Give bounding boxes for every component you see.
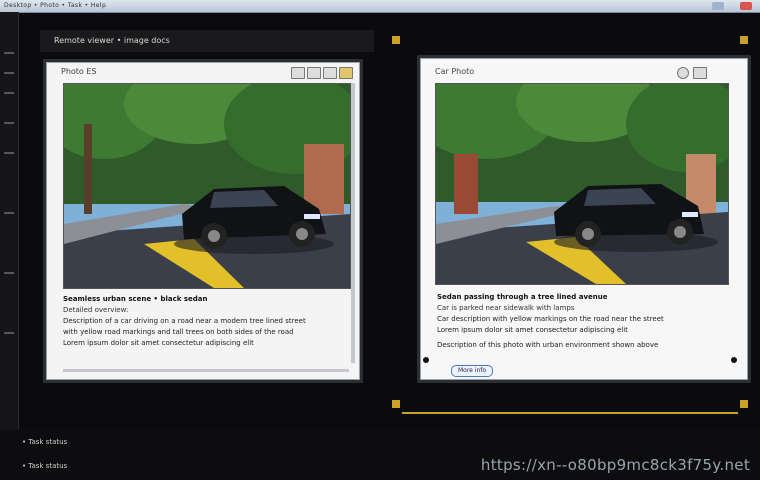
- frame-accent: [740, 400, 748, 408]
- strip-icon[interactable]: [4, 152, 14, 154]
- photo-caption: Sedan passing through a tree lined avenu…: [437, 293, 737, 352]
- caption-line: Lorem ipsum dolor sit amet consectetur a…: [63, 339, 254, 347]
- strip-icon[interactable]: [4, 332, 14, 334]
- close-window-button[interactable]: [339, 67, 353, 79]
- photo-caption: Seamless urban scene • black sedan Detai…: [63, 295, 349, 350]
- close-button[interactable]: [740, 2, 752, 10]
- frame-accent: [392, 400, 400, 408]
- desktop-title: Remote viewer • image docs: [40, 30, 374, 52]
- left-photo-window[interactable]: Photo ES Seamless urban scene • black se…: [46, 62, 360, 380]
- caption-line: Lorem ipsum dolor sit amet consectetur a…: [437, 326, 628, 334]
- status-line: • Task status: [22, 438, 68, 446]
- minimize-button[interactable]: [712, 2, 724, 10]
- top-menu-bar: Desktop • Photo • Task • Help: [0, 0, 760, 13]
- settings-button[interactable]: [323, 67, 337, 79]
- expand-button[interactable]: [693, 67, 707, 79]
- strip-icon[interactable]: [4, 72, 14, 74]
- frame-accent: [392, 36, 400, 44]
- vertical-scrollbar[interactable]: [351, 83, 355, 363]
- caption-footer: Description of this photo with urban env…: [437, 341, 659, 349]
- car-photo: [63, 83, 351, 289]
- horizontal-scrollbar[interactable]: [63, 369, 349, 372]
- strip-icon[interactable]: [4, 92, 14, 94]
- status-line: • Task status: [22, 462, 68, 470]
- frame-accent: [740, 36, 748, 44]
- strip-icon[interactable]: [4, 52, 14, 54]
- window-title: Car Photo: [435, 67, 475, 76]
- strip-icon[interactable]: [4, 272, 14, 274]
- caption-line: with yellow road markings and tall trees…: [63, 328, 294, 336]
- info-button[interactable]: [677, 67, 689, 79]
- window-header: Photo ES: [47, 63, 359, 81]
- right-photo-window[interactable]: Car Photo Sedan passing through a tree l…: [420, 58, 748, 380]
- caption-line: Car description with yellow markings on …: [437, 315, 664, 323]
- caption-subheading: Detailed overview:: [63, 306, 129, 314]
- bullet-dot: [731, 357, 737, 363]
- caption-line: Description of a car driving on a road n…: [63, 317, 306, 325]
- bullet-dot: [423, 357, 429, 363]
- car-street-image: [436, 84, 728, 284]
- strip-icon[interactable]: [4, 212, 14, 214]
- frame-accent-line: [402, 412, 738, 414]
- watermark-url: https://xn--o80bp9mc8ck3f75y.net: [480, 456, 750, 474]
- maximize-button[interactable]: [307, 67, 321, 79]
- restore-button[interactable]: [291, 67, 305, 79]
- window-header: Car Photo: [421, 59, 747, 79]
- more-info-link[interactable]: More info: [451, 365, 494, 377]
- window-title: Photo ES: [61, 67, 97, 76]
- status-area: • Task status • Task status https://xn--…: [0, 430, 760, 480]
- caption-heading: Sedan passing through a tree lined avenu…: [437, 293, 608, 301]
- caption-subheading: Car is parked near sidewalk with lamps: [437, 304, 575, 312]
- car-street-image: [64, 84, 350, 288]
- caption-heading: Seamless urban scene • black sedan: [63, 295, 208, 303]
- left-tool-strip: [0, 12, 19, 480]
- car-photo: [435, 83, 729, 285]
- strip-icon[interactable]: [4, 122, 14, 124]
- menu-bar-text[interactable]: Desktop • Photo • Task • Help: [4, 0, 106, 12]
